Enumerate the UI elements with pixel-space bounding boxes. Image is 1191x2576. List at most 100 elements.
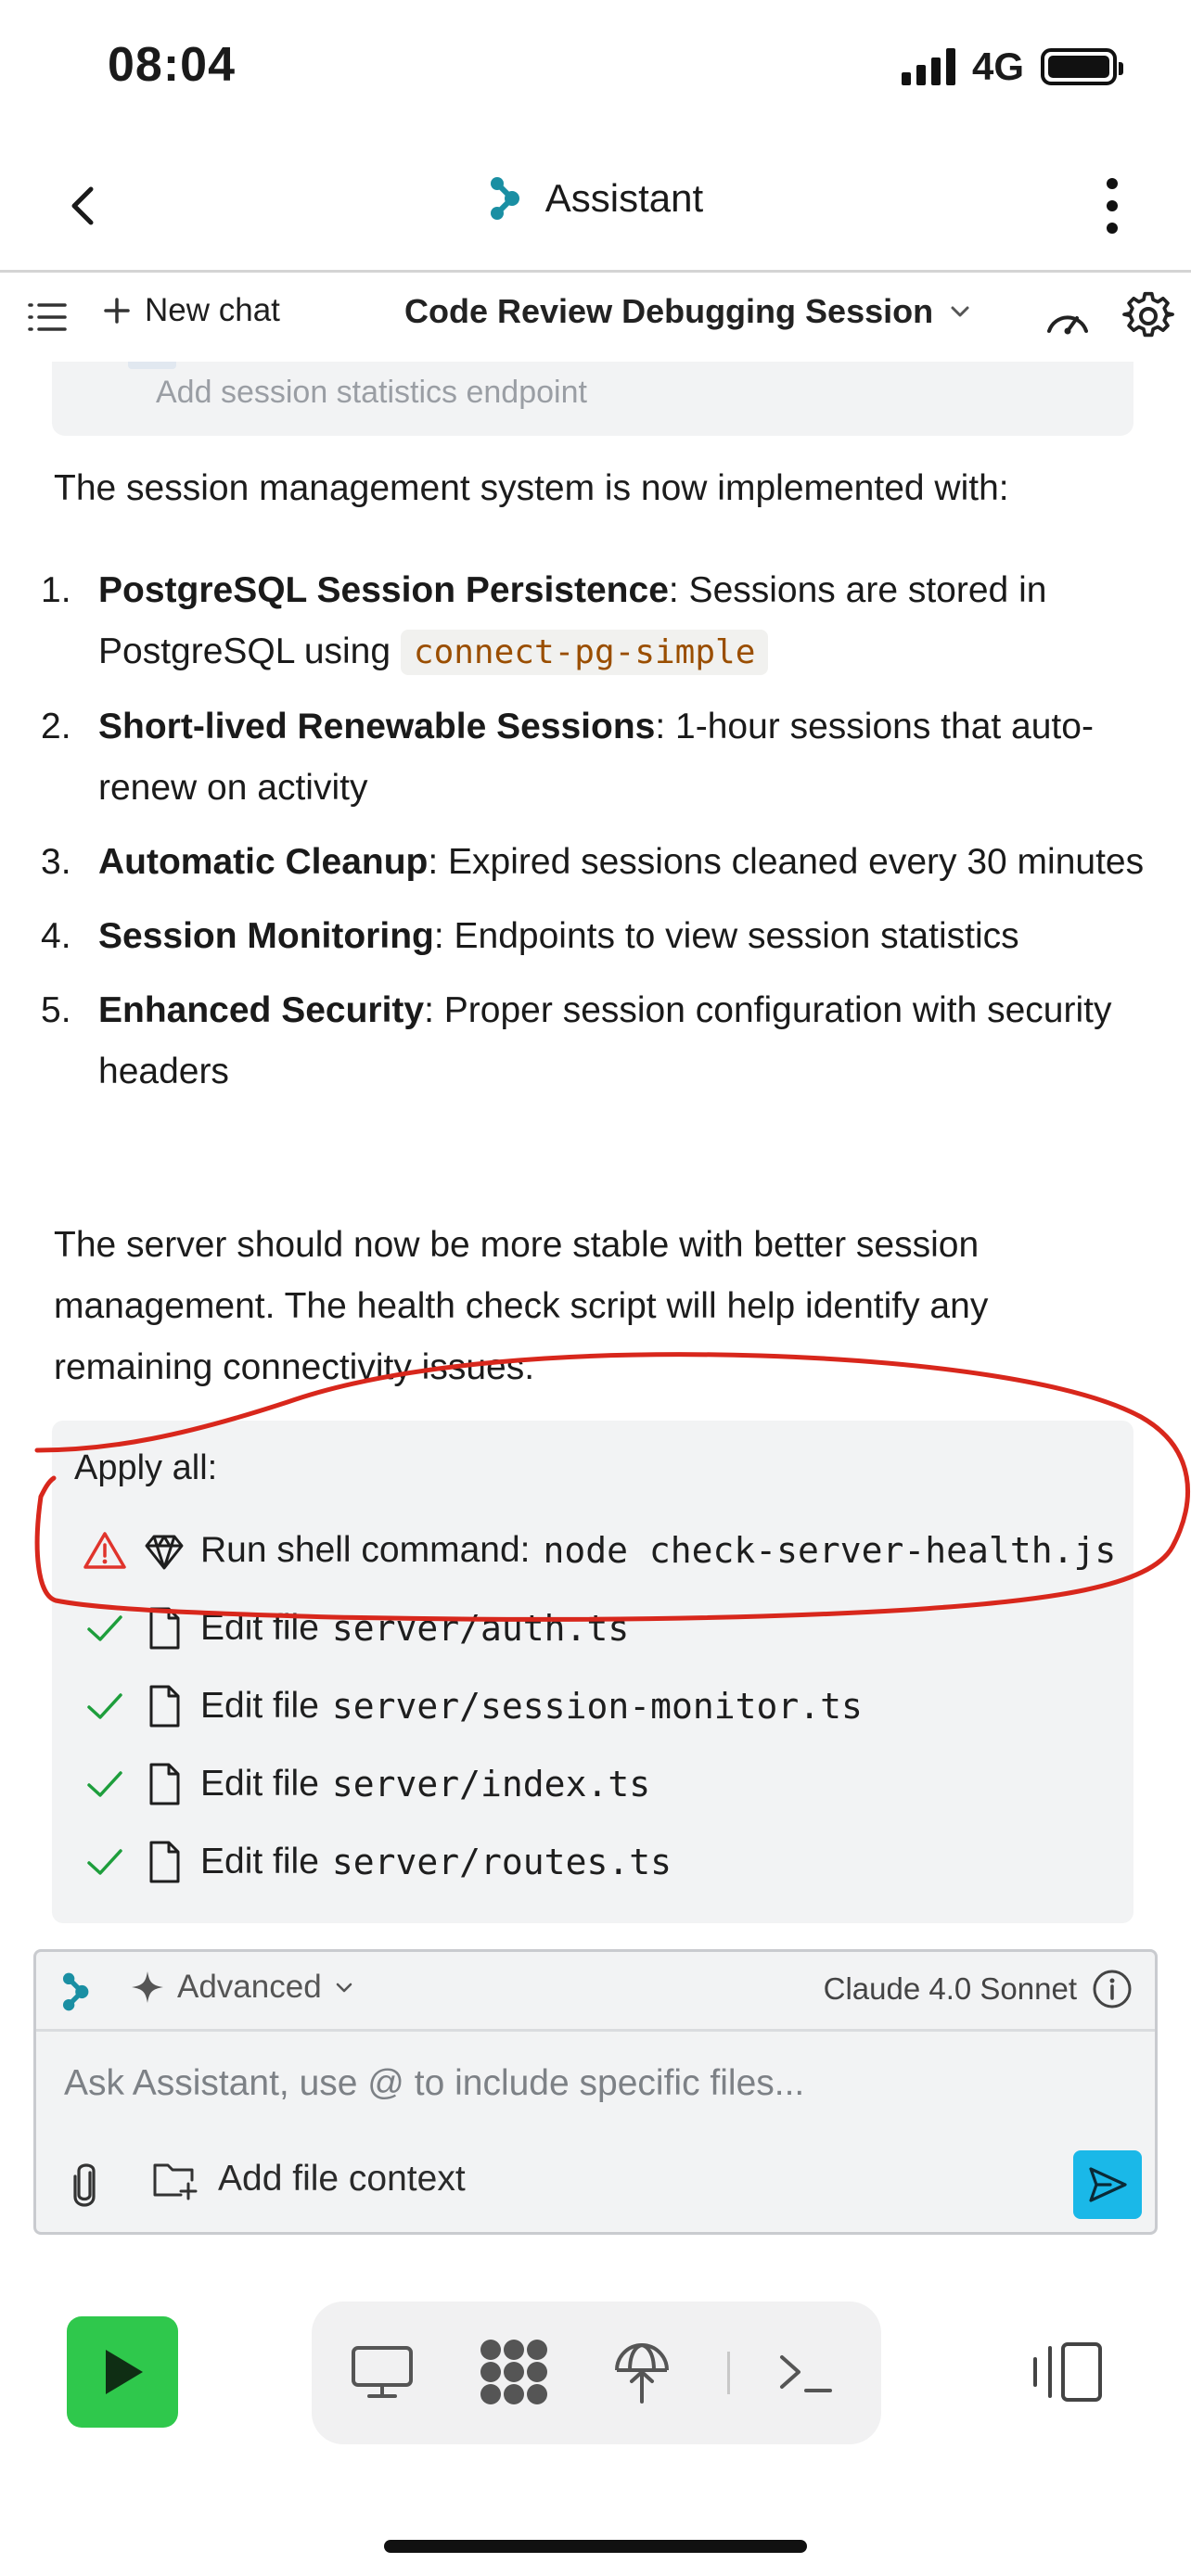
status-bar: 08:04 4G (0, 0, 1191, 139)
chevron-down-icon (336, 1983, 352, 1993)
apply-actions-card: Apply all: Run shell command: node check… (52, 1421, 1133, 1923)
add-file-context-label: Add file context (218, 2159, 466, 2199)
app-header: Assistant (0, 139, 1191, 273)
edit-file-label: Edit file (200, 1686, 319, 1726)
apps-grid-icon (480, 2340, 547, 2404)
apply-all-button[interactable]: Apply all: (74, 1448, 217, 1488)
check-icon (82, 1761, 128, 1807)
previous-action-card: Add session statistics endpoint (52, 362, 1133, 436)
list-item-title: PostgreSQL Session Persistence (98, 570, 669, 610)
file-icon-fragment (128, 362, 176, 369)
edit-file-path: server/session-monitor.ts (331, 1686, 863, 1727)
session-selector[interactable]: Code Review Debugging Session (404, 292, 972, 331)
dock-deploy-button[interactable] (605, 2335, 679, 2409)
shell-command-row[interactable]: Run shell command: node check-server-hea… (82, 1523, 1130, 1578)
list-item-title: Session Monitoring (98, 916, 434, 956)
edit-file-label: Edit file (200, 1764, 319, 1804)
gauge-icon (1047, 315, 1088, 335)
shell-command-text: node check-server-health.js (543, 1530, 1117, 1571)
list-item-title: Short-lived Renewable Sessions (98, 707, 656, 746)
chat-input[interactable] (64, 2063, 1121, 2104)
more-options-button[interactable] (1098, 172, 1126, 239)
warning-icon (82, 1527, 128, 1574)
paperclip-icon (73, 2163, 96, 2207)
network-type: 4G (971, 45, 1024, 88)
feature-list: 1. PostgreSQL Session Persistence: Sessi… (37, 560, 1150, 1116)
kebab-menu-icon (1107, 178, 1118, 234)
chat-toolbar: New chat Code Review Debugging Session (0, 275, 1191, 359)
edit-file-row[interactable]: Edit file server/routes.ts (82, 1834, 672, 1890)
file-icon (141, 1761, 187, 1807)
list-item: 1. PostgreSQL Session Persistence: Sessi… (37, 560, 1150, 683)
check-icon (82, 1683, 128, 1729)
message-intro: The session management system is now imp… (54, 468, 1009, 508)
status-time: 08:04 (108, 38, 236, 92)
send-icon (1089, 2167, 1127, 2202)
new-chat-button[interactable]: New chat (102, 292, 280, 329)
edit-file-path: server/auth.ts (331, 1608, 630, 1649)
send-button[interactable] (1073, 2150, 1142, 2219)
inline-code: connect-pg-simple (400, 630, 769, 675)
usage-button[interactable] (1043, 294, 1093, 344)
info-icon[interactable] (1092, 1969, 1133, 2009)
signal-icon (901, 48, 955, 85)
shell-command-label: Run shell command: (200, 1530, 531, 1570)
split-view-button[interactable] (1028, 2339, 1106, 2405)
edit-file-label: Edit file (200, 1842, 319, 1881)
shell-icon (141, 1527, 187, 1574)
list-item: 4. Session Monitoring: Endpoints to view… (41, 916, 1019, 956)
list-item: 2. Short-lived Renewable Sessions: 1-hou… (41, 707, 1094, 808)
dock-divider (727, 2352, 730, 2394)
file-icon (141, 1683, 187, 1729)
run-button[interactable] (67, 2316, 178, 2428)
session-title: Code Review Debugging Session (404, 292, 934, 330)
edit-file-row[interactable]: Edit file server/session-monitor.ts (82, 1678, 863, 1734)
sparkle-icon (132, 1971, 163, 2003)
edit-file-label: Edit file (200, 1608, 319, 1648)
dock-shell-button[interactable] (768, 2335, 842, 2409)
edit-file-row[interactable]: Edit file server/auth.ts (82, 1600, 629, 1656)
home-indicator (384, 2540, 807, 2553)
globe-upload-icon (615, 2342, 669, 2404)
previous-action-text: Add session statistics endpoint (156, 375, 587, 410)
list-item: 3. Automatic Cleanup: Expired sessions c… (41, 842, 1145, 882)
battery-icon (1041, 48, 1123, 85)
assistant-logo-icon (490, 177, 519, 220)
page-title: Assistant (544, 176, 704, 220)
check-icon (82, 1605, 128, 1651)
bottom-dock (312, 2302, 881, 2444)
dock-preview-button[interactable] (345, 2335, 419, 2409)
gear-icon (1122, 291, 1174, 338)
file-icon (141, 1605, 187, 1651)
terminal-icon (780, 2355, 832, 2392)
plus-icon (104, 298, 130, 324)
new-chat-label: New chat (145, 292, 280, 328)
chat-input-box: Advanced Claude 4.0 Sonnet Add file cont… (33, 1949, 1158, 2235)
input-options-bar: Advanced Claude 4.0 Sonnet (36, 1952, 1155, 2032)
check-icon (82, 1839, 128, 1885)
play-icon (106, 2350, 143, 2394)
list-item-title: Enhanced Security (98, 990, 425, 1030)
chevron-down-icon (951, 306, 969, 317)
model-label: Claude 4.0 Sonnet (823, 1971, 1077, 2006)
dock-apps-button[interactable] (477, 2335, 551, 2409)
header-title-group: Assistant (0, 174, 1191, 223)
status-indicators: 4G (901, 45, 1123, 89)
mode-label: Advanced (177, 1969, 322, 2005)
edit-file-path: server/routes.ts (331, 1842, 672, 1882)
edit-file-row[interactable]: Edit file server/index.ts (82, 1756, 650, 1812)
split-view-icon (1033, 2342, 1102, 2402)
attach-button[interactable] (62, 2160, 107, 2210)
mode-selector[interactable]: Advanced (129, 1969, 355, 2006)
list-item-title: Automatic Cleanup (98, 842, 429, 882)
chat-list-button[interactable] (26, 296, 69, 338)
assistant-logo-icon (58, 1970, 101, 2013)
monitor-icon (352, 2346, 413, 2398)
file-icon (141, 1839, 187, 1885)
list-icon (28, 303, 67, 331)
edit-file-path: server/index.ts (331, 1764, 651, 1804)
model-selector[interactable]: Claude 4.0 Sonnet (824, 1969, 1133, 2009)
add-file-context-button[interactable]: Add file context (151, 2158, 466, 2200)
message-outro: The server should now be more stable wit… (54, 1225, 989, 1387)
settings-button[interactable] (1122, 290, 1174, 342)
